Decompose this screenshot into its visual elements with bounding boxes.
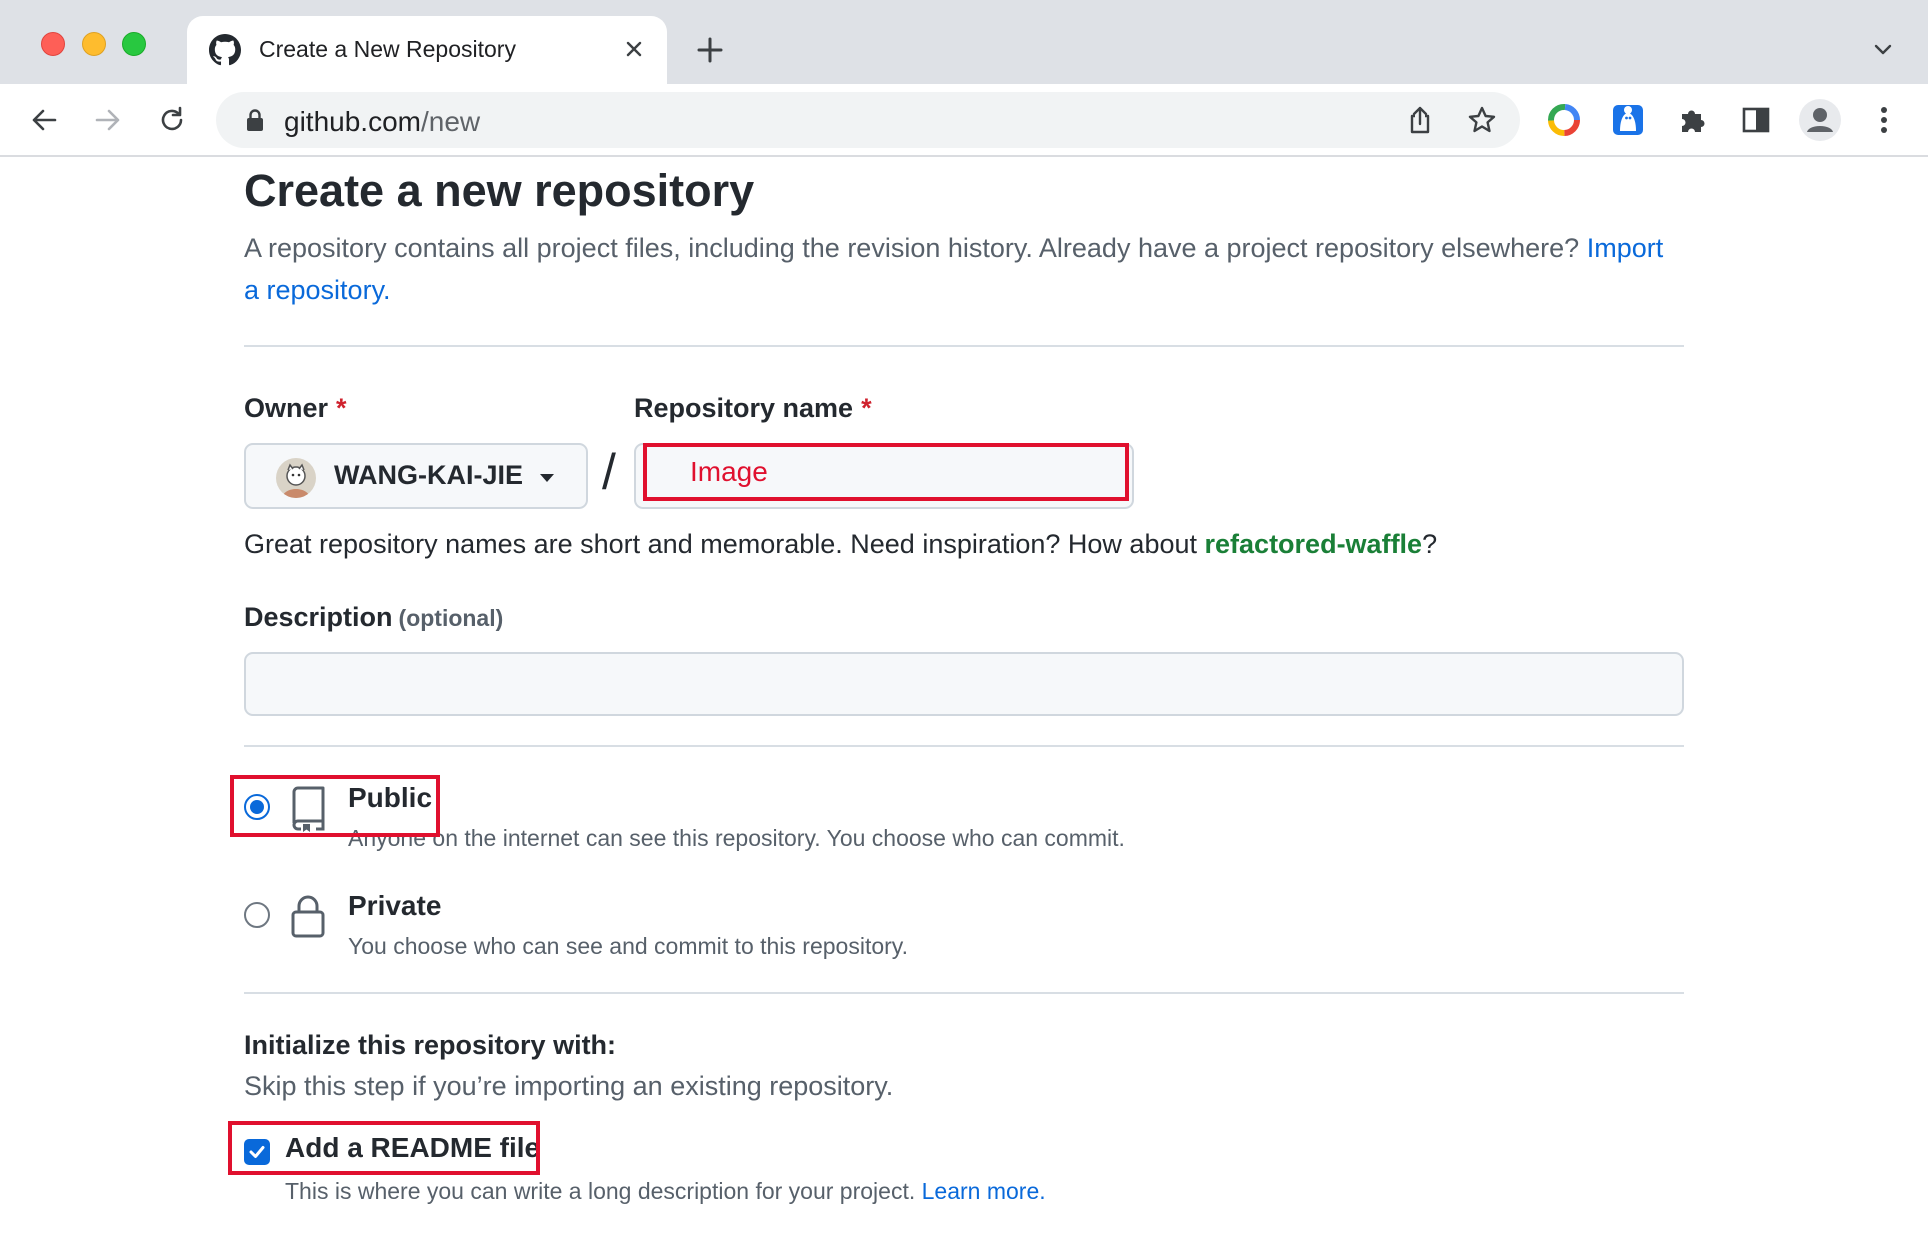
side-panel-button[interactable] <box>1734 98 1778 142</box>
reload-icon <box>161 106 183 131</box>
github-logo-icon <box>209 34 241 66</box>
owner-name: WANG-KAI-JIE <box>334 460 523 490</box>
tab-search-button[interactable] <box>1866 32 1900 66</box>
color-ring-icon <box>1548 104 1580 136</box>
page-intro: A repository contains all project files,… <box>244 227 1684 311</box>
profile-button[interactable] <box>1798 98 1842 142</box>
public-option-desc: Anyone on the internet can see this repo… <box>348 825 1125 851</box>
tab-title: Create a New Repository <box>259 36 516 62</box>
readme-desc-text: This is where you can write a long descr… <box>285 1178 916 1204</box>
owner-label: Owner * <box>244 393 347 424</box>
repository-name-value[interactable]: Image <box>690 456 768 488</box>
private-option-desc: You choose who can see and commit to thi… <box>348 933 908 959</box>
arrow-right-icon <box>95 109 120 131</box>
intro-text: A repository contains all project files,… <box>244 233 1580 263</box>
browser-menu-button[interactable] <box>1862 98 1906 142</box>
forward-button[interactable] <box>86 98 130 142</box>
learn-more-link[interactable]: Learn more. <box>922 1178 1046 1204</box>
reload-button[interactable] <box>150 98 194 142</box>
url-path: /new <box>420 106 481 137</box>
annotation-highlight-box <box>228 1121 540 1175</box>
back-button[interactable] <box>22 98 66 142</box>
repo-name-label: Repository name * <box>634 393 872 424</box>
owner-repo-separator: / <box>602 444 616 500</box>
name-hint: Great repository names are short and mem… <box>244 529 1437 560</box>
extension-bird-button[interactable] <box>1606 98 1650 142</box>
readme-description: This is where you can write a long descr… <box>285 1178 1046 1205</box>
required-mark: * <box>336 393 347 423</box>
arrow-left-icon <box>32 109 57 131</box>
star-icon <box>1468 106 1496 133</box>
repo-name-label-text: Repository name <box>634 393 854 423</box>
profile-icon <box>1799 99 1841 141</box>
bird-extension-icon <box>1613 105 1643 135</box>
name-suggestion-link[interactable]: refactored-waffle <box>1205 529 1423 559</box>
avatar <box>276 458 316 498</box>
puzzle-icon <box>1682 110 1705 132</box>
initialize-subtitle: Skip this step if you’re importing an ex… <box>244 1071 894 1101</box>
private-radio[interactable] <box>244 902 270 928</box>
owner-avatar-icon <box>276 458 316 498</box>
extension-color-button[interactable] <box>1542 98 1586 142</box>
close-window-button[interactable] <box>41 32 65 56</box>
divider <box>244 345 1684 347</box>
minimize-window-button[interactable] <box>82 32 106 56</box>
extensions-button[interactable] <box>1670 98 1714 142</box>
description-input[interactable] <box>244 652 1684 716</box>
side-panel-icon <box>1742 107 1770 133</box>
kebab-menu-icon <box>1881 107 1887 133</box>
browser-tab-strip: Create a New Repository <box>0 0 1928 84</box>
required-mark: * <box>861 393 872 423</box>
divider <box>244 745 1684 747</box>
address-bar[interactable]: github.com/new <box>216 92 1520 148</box>
browser-toolbar: github.com/new <box>0 84 1928 157</box>
divider <box>244 992 1684 994</box>
hint-text: Great repository names are short and mem… <box>244 529 1197 559</box>
lock-icon <box>291 895 325 938</box>
close-icon <box>626 41 642 57</box>
close-tab-button[interactable] <box>619 34 649 64</box>
page-title: Create a new repository <box>244 165 755 216</box>
url-text: github.com/new <box>284 106 480 138</box>
url-host: github.com <box>284 106 421 137</box>
share-button[interactable] <box>1402 102 1438 138</box>
bookmark-button[interactable] <box>1464 102 1500 138</box>
optional-tag: (optional) <box>398 605 504 631</box>
owner-dropdown[interactable]: WANG-KAI-JIE <box>244 443 588 509</box>
caret-down-icon <box>540 474 554 482</box>
maximize-window-button[interactable] <box>122 32 146 56</box>
description-label: Description (optional) <box>244 602 503 633</box>
new-tab-button[interactable] <box>692 32 728 68</box>
share-icon <box>1410 106 1430 134</box>
lock-icon <box>247 109 263 131</box>
plus-icon <box>697 37 723 63</box>
description-label-text: Description <box>244 602 393 632</box>
annotation-highlight-box <box>230 775 440 837</box>
hint-suffix: ? <box>1422 529 1438 559</box>
private-option-title[interactable]: Private <box>348 890 441 922</box>
chevron-down-icon <box>1874 44 1892 55</box>
active-tab[interactable]: Create a New Repository <box>187 16 667 84</box>
owner-label-text: Owner <box>244 393 329 423</box>
initialize-title: Initialize this repository with: <box>244 1030 617 1060</box>
